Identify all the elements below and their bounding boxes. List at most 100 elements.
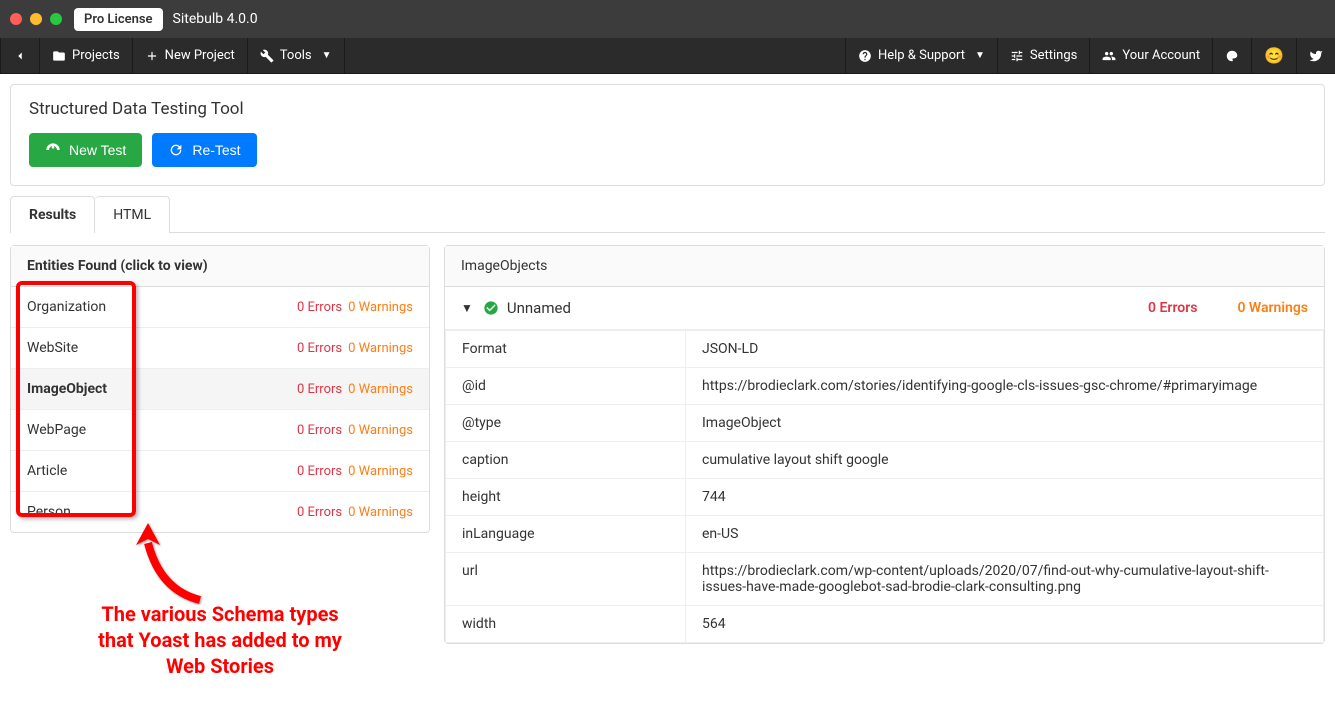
tab-html[interactable]: HTML: [95, 196, 170, 233]
check-circle-icon: [483, 300, 499, 316]
help-button[interactable]: Help & Support ▼: [845, 38, 997, 73]
new-project-button[interactable]: New Project: [133, 38, 248, 73]
prop-value: 564: [686, 606, 1324, 643]
maximize-window-icon[interactable]: [50, 13, 62, 25]
tools-button[interactable]: Tools ▼: [248, 38, 345, 73]
tabs: Results HTML: [10, 196, 1325, 233]
detail-header: ImageObjects: [445, 246, 1324, 287]
entity-errors: 0 Errors: [297, 423, 342, 438]
wrench-icon: [260, 49, 274, 63]
entity-row[interactable]: ImageObject0 Errors0 Warnings: [11, 369, 429, 410]
entity-errors: 0 Errors: [297, 505, 342, 520]
entity-name: WebPage: [27, 422, 86, 438]
close-window-icon[interactable]: [10, 13, 22, 25]
page-title: Structured Data Testing Tool: [11, 85, 1324, 133]
new-project-label: New Project: [165, 48, 235, 63]
table-row: @typeImageObject: [446, 405, 1324, 442]
entity-errors: 0 Errors: [297, 300, 342, 315]
license-badge: Pro License: [74, 8, 163, 31]
entity-stats: 0 Errors0 Warnings: [297, 341, 413, 356]
back-button[interactable]: [0, 38, 40, 73]
entity-row[interactable]: Article0 Errors0 Warnings: [11, 451, 429, 492]
entity-warnings: 0 Warnings: [348, 382, 413, 397]
annotation-text: The various Schema types that Yoast has …: [10, 601, 430, 679]
prop-key: caption: [446, 442, 686, 479]
tab-results[interactable]: Results: [10, 196, 95, 233]
retest-button[interactable]: Re-Test: [152, 133, 256, 167]
entity-row[interactable]: Organization 0 Errors 0 Warnings: [11, 287, 429, 328]
entity-stats: 0 Errors 0 Warnings: [297, 300, 413, 315]
entity-name: Person: [27, 504, 71, 520]
twitter-button[interactable]: [1296, 38, 1335, 73]
account-button[interactable]: Your Account: [1089, 38, 1212, 73]
main-toolbar: Projects New Project Tools ▼ Help & Supp…: [0, 38, 1335, 74]
entity-errors: 0 Errors: [297, 382, 342, 397]
settings-button[interactable]: Settings: [997, 38, 1089, 73]
prop-key: @id: [446, 368, 686, 405]
chevron-down-icon: ▼: [975, 50, 985, 61]
folder-icon: [52, 49, 66, 63]
entity-warnings: 0 Warnings: [348, 423, 413, 438]
prop-value: en-US: [686, 516, 1324, 553]
table-row: height744: [446, 479, 1324, 516]
refresh-icon: [168, 142, 184, 158]
tools-label: Tools: [280, 48, 312, 63]
twitter-icon: [1309, 49, 1323, 63]
question-icon: [858, 49, 872, 63]
table-row: @idhttps://brodieclark.com/stories/ident…: [446, 368, 1324, 405]
table-row: FormatJSON-LD: [446, 331, 1324, 368]
projects-label: Projects: [72, 48, 120, 63]
table-row: width564: [446, 606, 1324, 643]
settings-label: Settings: [1030, 48, 1077, 63]
prop-key: @type: [446, 405, 686, 442]
prop-value: cumulative layout shift google: [686, 442, 1324, 479]
detail-item-name: Unnamed: [507, 299, 1148, 317]
prop-key: height: [446, 479, 686, 516]
entity-warnings: 0 Warnings: [348, 300, 413, 315]
entity-row[interactable]: Person 0 Errors 0 Warnings: [11, 492, 429, 532]
prop-value: https://brodieclark.com/wp-content/uploa…: [686, 553, 1324, 606]
tool-panel: Structured Data Testing Tool New Test Re…: [10, 84, 1325, 186]
table-row: inLanguageen-US: [446, 516, 1324, 553]
table-row: captioncumulative layout shift google: [446, 442, 1324, 479]
entity-warnings: 0 Warnings: [348, 464, 413, 479]
minimize-window-icon[interactable]: [30, 13, 42, 25]
entities-card: Entities Found (click to view) Organizat…: [10, 245, 430, 533]
chevron-down-icon: ▼: [322, 50, 332, 61]
theme-button[interactable]: [1212, 38, 1251, 73]
traffic-lights: [10, 13, 62, 25]
help-label: Help & Support: [878, 48, 965, 63]
projects-button[interactable]: Projects: [40, 38, 133, 73]
entities-header: Entities Found (click to view): [11, 246, 429, 287]
new-test-button[interactable]: New Test: [29, 133, 142, 167]
entity-stats: 0 Errors 0 Warnings: [297, 382, 413, 397]
entity-row[interactable]: WebSite 0 Errors0 Warnings: [11, 328, 429, 369]
entity-name: WebSite: [27, 340, 78, 356]
plus-icon: [145, 49, 159, 63]
sliders-icon: [1010, 49, 1024, 63]
detail-card: ImageObjects ▼ Unnamed 0 Errors 0 Warnin…: [444, 245, 1325, 644]
entity-warnings: 0 Warnings: [348, 505, 413, 520]
entity-stats: 0 Errors 0 Warnings: [297, 464, 413, 479]
prop-key: url: [446, 553, 686, 606]
account-label: Your Account: [1122, 48, 1200, 63]
entity-errors: 0 Errors: [297, 464, 342, 479]
moon-icon: [1225, 49, 1239, 63]
prop-value: https://brodieclark.com/stories/identify…: [686, 368, 1324, 405]
properties-table: FormatJSON-LD@idhttps://brodieclark.com/…: [445, 330, 1324, 643]
entity-warnings: 0 Warnings: [348, 341, 413, 356]
prop-key: Format: [446, 331, 686, 368]
retest-label: Re-Test: [192, 142, 240, 158]
table-row: urlhttps://brodieclark.com/wp-content/up…: [446, 553, 1324, 606]
detail-errors: 0 Errors: [1148, 300, 1197, 316]
app-title: Sitebulb 4.0.0: [173, 11, 258, 27]
entities-list: Organization0 Errors0 WarningsWebSite0 E…: [11, 287, 429, 532]
detail-title-row[interactable]: ▼ Unnamed 0 Errors 0 Warnings: [445, 287, 1324, 330]
chevron-down-icon[interactable]: ▼: [461, 301, 473, 315]
entity-stats: 0 Errors 0 Warnings: [297, 423, 413, 438]
prop-key: inLanguage: [446, 516, 686, 553]
entity-name: Organization: [27, 299, 106, 315]
titlebar: Pro License Sitebulb 4.0.0: [0, 0, 1335, 38]
emoji-button[interactable]: 😊: [1251, 38, 1296, 73]
entity-row[interactable]: WebPage 0 Errors 0 Warnings: [11, 410, 429, 451]
